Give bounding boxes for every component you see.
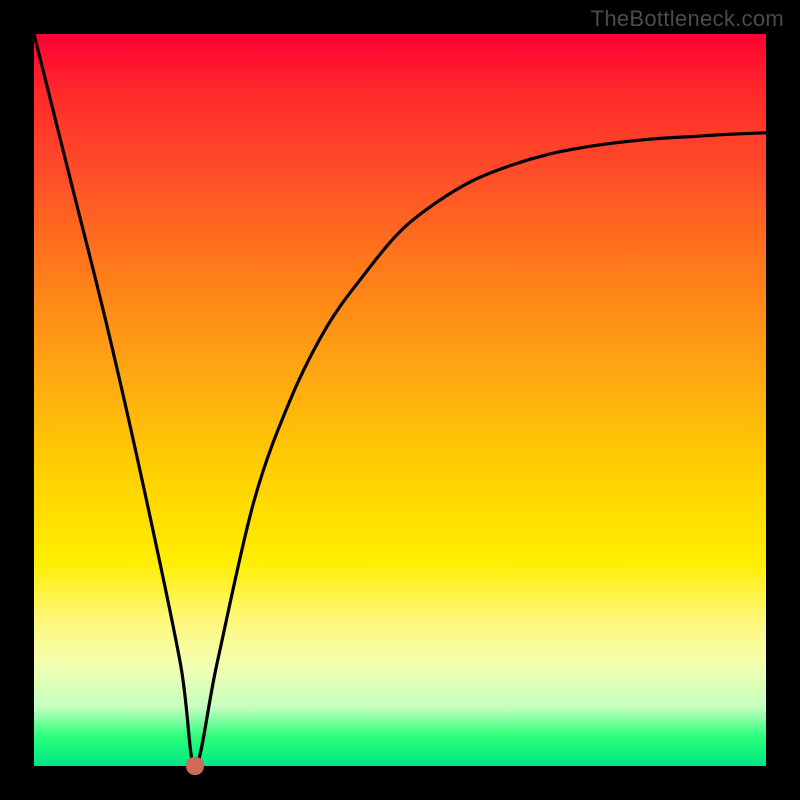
bottleneck-curve [34, 34, 766, 766]
minimum-marker-icon [186, 757, 204, 775]
watermark-text: TheBottleneck.com [591, 6, 784, 32]
plot-area [34, 34, 766, 766]
chart-frame: TheBottleneck.com [0, 0, 800, 800]
